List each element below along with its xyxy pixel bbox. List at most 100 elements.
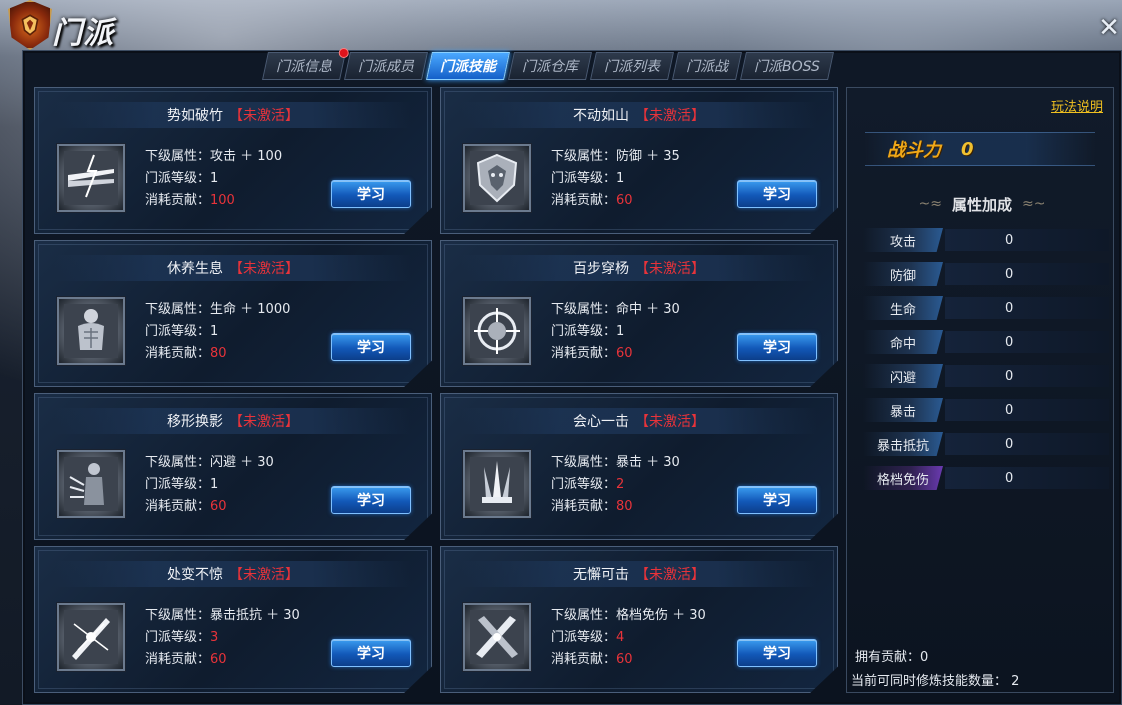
skill-card-header: 势如破竹 【未激活】	[35, 102, 431, 128]
learn-button[interactable]: 学习	[737, 639, 817, 667]
sword-burst-icon	[57, 603, 125, 671]
skill-name: 移形换影	[167, 414, 223, 430]
stat-label: 格档免伤	[863, 466, 943, 490]
skill-name: 百步穿杨	[573, 261, 629, 277]
next-attribute-line: 下级属性：闪避 ＋ 30	[145, 455, 274, 470]
next-attribute-line: 下级属性：命中 ＋ 30	[551, 302, 680, 317]
skill-card-hui-xin-yi-ji: 会心一击 【未激活】 下级属性：暴击 ＋ 30 门派等级：2 消耗贡献：80 学…	[440, 393, 838, 540]
skill-card-header: 不动如山 【未激活】	[441, 102, 837, 128]
skill-status: 【未激活】	[635, 414, 705, 430]
guild-level-line: 门派等级：3	[145, 630, 219, 645]
tab-guild-members[interactable]: 门派成员	[344, 52, 428, 80]
contribution-cost-line: 消耗贡献：60	[145, 652, 227, 667]
learn-button[interactable]: 学习	[737, 486, 817, 514]
next-attribute-line: 下级属性：生命 ＋ 1000	[145, 302, 291, 317]
skill-card-header: 处变不惊 【未激活】	[35, 561, 431, 587]
lightning-blades-icon	[57, 144, 125, 212]
tab-guild-warehouse[interactable]: 门派仓库	[508, 52, 592, 80]
skill-name: 不动如山	[573, 108, 629, 124]
skill-card-chu-bian-bu-jing: 处变不惊 【未激活】 下级属性：暴击抵抗 ＋ 30 门派等级：3 消耗贡献：60…	[34, 546, 432, 693]
learn-button[interactable]: 学习	[331, 639, 411, 667]
owned-contribution: 拥有贡献：0	[855, 650, 929, 665]
skill-name: 无懈可击	[573, 567, 629, 583]
guild-level-line: 门派等级：1	[145, 477, 219, 492]
stat-value: 0	[945, 365, 1109, 387]
stat-label: 防御	[863, 262, 943, 286]
learn-button[interactable]: 学习	[331, 180, 411, 208]
stat-label: 生命	[863, 296, 943, 320]
skill-attributes: 下级属性：暴击抵抗 ＋ 30 门派等级：3 消耗贡献：60	[145, 605, 300, 671]
tab-guild-list[interactable]: 门派列表	[590, 52, 674, 80]
skill-name: 会心一击	[573, 414, 629, 430]
skill-card-xiu-yang-sheng-xi: 休养生息 【未激活】 下级属性：生命 ＋ 1000 门派等级：1 消耗贡献：80…	[34, 240, 432, 387]
learn-button[interactable]: 学习	[331, 333, 411, 361]
skill-name: 处变不惊	[167, 567, 223, 583]
guild-level-line: 门派等级：4	[551, 630, 625, 645]
crossed-swords-icon	[463, 603, 531, 671]
stat-value: 0	[945, 229, 1109, 251]
learn-button[interactable]: 学习	[737, 180, 817, 208]
skill-status: 【未激活】	[635, 567, 705, 583]
skill-card-shi-ru-po-zhu: 势如破竹 【未激活】 下级属性：攻击 ＋ 100 门派等级：1 消耗贡献：100…	[34, 87, 432, 234]
guild-level-line: 门派等级：1	[551, 324, 625, 339]
skill-name: 休养生息	[167, 261, 223, 277]
skill-attributes: 下级属性：格档免伤 ＋ 30 门派等级：4 消耗贡献：60	[551, 605, 706, 671]
stat-row: 防御 0	[863, 260, 1109, 288]
skill-attributes: 下级属性：生命 ＋ 1000 门派等级：1 消耗贡献：80	[145, 299, 290, 365]
skill-attributes: 下级属性：暴击 ＋ 30 门派等级：2 消耗贡献：80	[551, 452, 680, 518]
skill-card-header: 会心一击 【未激活】	[441, 408, 837, 434]
stat-row: 闪避 0	[863, 362, 1109, 390]
skill-status: 【未激活】	[229, 414, 299, 430]
help-link[interactable]: 玩法说明	[1051, 96, 1103, 115]
concurrent-skill-count: 当前可同时修炼技能数量： 2	[851, 674, 1020, 689]
crosshair-icon	[463, 297, 531, 365]
stat-row: 生命 0	[863, 294, 1109, 322]
stat-value: 0	[945, 297, 1109, 319]
guild-level-line: 门派等级：1	[145, 324, 219, 339]
skill-card-yi-xing-huan-ying: 移形换影 【未激活】 下级属性：闪避 ＋ 30 门派等级：1 消耗贡献：60 学…	[34, 393, 432, 540]
triple-blade-icon	[463, 450, 531, 518]
skill-name: 势如破竹	[167, 108, 223, 124]
next-attribute-line: 下级属性：格档免伤 ＋ 30	[551, 608, 706, 623]
attribute-panel: 玩法说明 战斗力 0 ~≈ 属性加成 ≈~ 攻击 0 防御 0 生命 0 命中 …	[846, 87, 1114, 693]
skill-attributes: 下级属性：闪避 ＋ 30 门派等级：1 消耗贡献：60	[145, 452, 274, 518]
contribution-cost-line: 消耗贡献：80	[551, 499, 633, 514]
skill-grid: 势如破竹 【未激活】 下级属性：攻击 ＋ 100 门派等级：1 消耗贡献：100…	[34, 87, 842, 693]
shield-icon	[463, 144, 531, 212]
skill-attributes: 下级属性：命中 ＋ 30 门派等级：1 消耗贡献：60	[551, 299, 680, 365]
tab-guild-war[interactable]: 门派战	[672, 52, 742, 80]
skill-attributes: 下级属性：防御 ＋ 35 门派等级：1 消耗贡献：60	[551, 146, 680, 212]
combat-power-value: 0	[961, 138, 974, 160]
stat-label: 闪避	[863, 364, 943, 388]
body-icon	[57, 297, 125, 365]
skill-status: 【未激活】	[229, 108, 299, 124]
learn-button[interactable]: 学习	[737, 333, 817, 361]
tab-guild-boss[interactable]: 门派BOSS	[740, 52, 834, 80]
skill-status: 【未激活】	[229, 567, 299, 583]
contribution-cost-line: 消耗贡献：60	[551, 346, 633, 361]
contribution-cost-line: 消耗贡献：80	[145, 346, 227, 361]
stat-row: 暴击抵抗 0	[863, 430, 1109, 458]
stat-row: 暴击 0	[863, 396, 1109, 424]
page-title: 门派	[52, 16, 114, 51]
next-attribute-line: 下级属性：攻击 ＋ 100	[145, 149, 283, 164]
tab-guild-info[interactable]: 门派信息	[262, 48, 349, 80]
ornament-left-icon: ~≈	[918, 196, 942, 212]
skill-card-header: 无懈可击 【未激活】	[441, 561, 837, 587]
stat-value: 0	[945, 467, 1109, 489]
stat-value: 0	[945, 399, 1109, 421]
ornament-right-icon: ≈~	[1022, 196, 1046, 212]
attribute-bonus-header: ~≈ 属性加成 ≈~	[918, 195, 1046, 214]
combat-power-row: 战斗力 0	[865, 132, 1095, 166]
skill-status: 【未激活】	[635, 261, 705, 277]
contribution-cost-line: 消耗贡献：60	[551, 652, 633, 667]
stat-value: 0	[945, 331, 1109, 353]
stat-row: 格档免伤 0	[863, 464, 1109, 492]
skill-card-header: 休养生息 【未激活】	[35, 255, 431, 281]
close-button[interactable]: ✕	[1098, 15, 1120, 41]
learn-button[interactable]: 学习	[331, 486, 411, 514]
skill-card-bai-bu-chuan-yang: 百步穿杨 【未激活】 下级属性：命中 ＋ 30 门派等级：1 消耗贡献：60 学…	[440, 240, 838, 387]
tab-guild-skills[interactable]: 门派技能	[426, 52, 510, 80]
skill-status: 【未激活】	[635, 108, 705, 124]
guild-level-line: 门派等级：1	[551, 171, 625, 186]
